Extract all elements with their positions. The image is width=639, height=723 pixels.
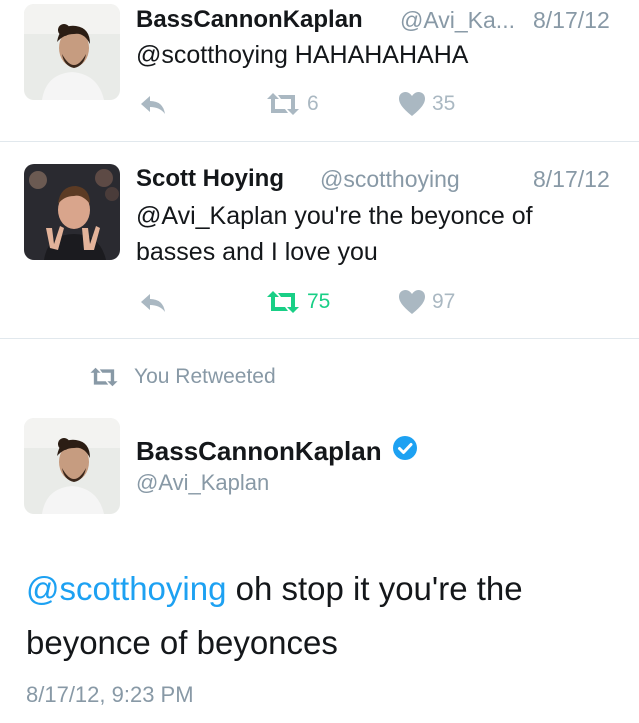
reply-button[interactable] — [138, 291, 168, 315]
avatar[interactable] — [24, 418, 120, 514]
mention-link[interactable]: @scotthoying — [26, 570, 226, 607]
retweet-icon — [90, 367, 118, 387]
focused-author-handle[interactable]: @Avi_Kaplan — [136, 470, 269, 496]
tweet-timestamp: 8/17/12, 9:23 PM — [26, 682, 194, 707]
heart-icon — [399, 290, 425, 314]
tweet-1[interactable]: BassCannonKaplan @Avi_Ka... 8/17/12 @sco… — [0, 0, 639, 140]
retweet-banner: You Retweeted — [88, 365, 276, 389]
retweet-button[interactable]: 6 — [265, 91, 319, 117]
heart-icon — [399, 92, 425, 116]
avatar[interactable] — [24, 4, 120, 100]
like-count: 97 — [432, 290, 456, 313]
like-button[interactable]: 97 — [398, 289, 455, 315]
divider — [0, 338, 639, 339]
verified-icon — [392, 435, 418, 468]
reply-button[interactable] — [138, 93, 168, 117]
reply-icon — [141, 96, 165, 114]
focused-name-text: BassCannonKaplan — [136, 436, 382, 466]
tweet-date: 8/17/12 — [533, 166, 610, 192]
author-name[interactable]: BassCannonKaplan — [136, 6, 363, 34]
avatar[interactable] — [24, 164, 120, 260]
retweet-icon — [267, 93, 299, 115]
like-button[interactable]: 35 — [398, 91, 455, 117]
retweet-count: 75 — [307, 290, 331, 313]
author-handle[interactable]: @Avi_Ka... — [400, 7, 515, 34]
author-handle[interactable]: @scotthoying — [320, 166, 460, 193]
focused-author-name[interactable]: BassCannonKaplan — [136, 435, 418, 468]
focused-tweet-text: @scotthoying oh stop it you're the beyon… — [26, 562, 616, 670]
retweet-icon — [267, 291, 299, 313]
tweet-text: @Avi_Kaplan you're the beyonce of basses… — [136, 202, 533, 266]
retweet-banner-label: You Retweeted — [134, 365, 276, 388]
tweet-text: @scotthoying HAHAHAHAHA — [136, 41, 469, 69]
reply-icon — [141, 294, 165, 312]
retweet-count: 6 — [307, 92, 319, 115]
tweet-2[interactable]: Scott Hoying @scotthoying 8/17/12 @Avi_K… — [0, 142, 639, 338]
retweet-button[interactable]: 75 — [265, 289, 330, 315]
author-name[interactable]: Scott Hoying — [136, 165, 284, 193]
like-count: 35 — [432, 92, 456, 115]
tweet-date: 8/17/12 — [533, 7, 610, 33]
